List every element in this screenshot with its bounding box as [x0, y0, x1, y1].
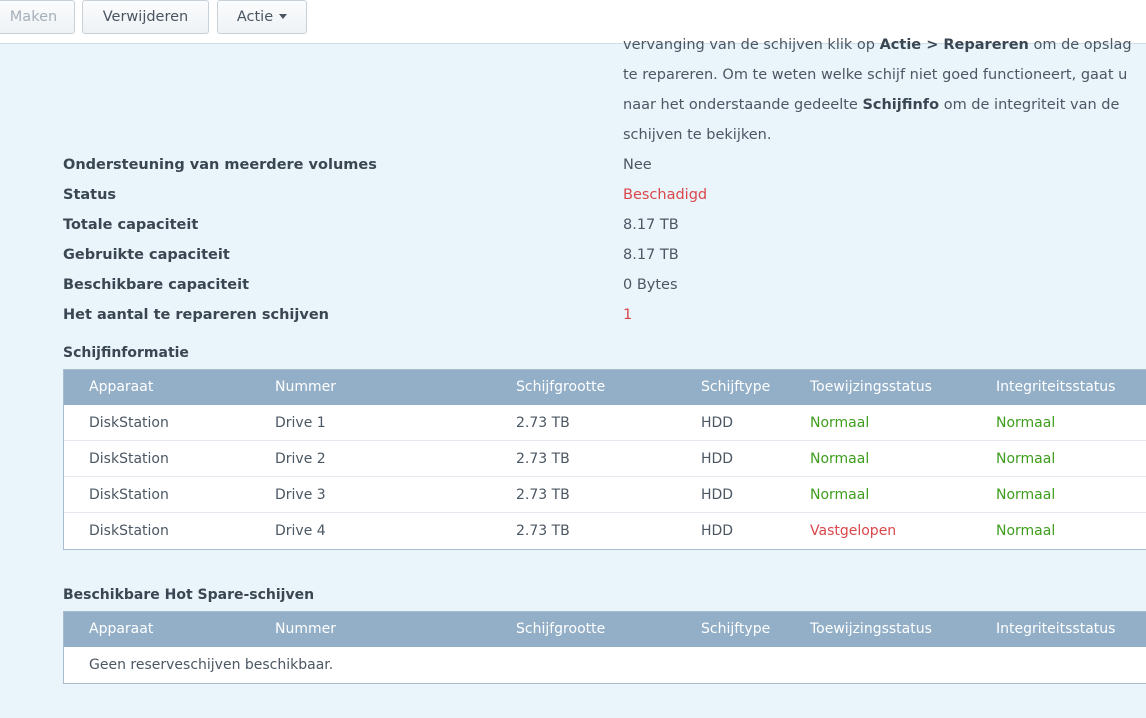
- column-header-disk-type[interactable]: Schijftype: [701, 370, 770, 405]
- cell-disk-type: HDD: [701, 487, 734, 503]
- empty-message: Geen reserveschijven beschikbaar.: [89, 657, 334, 673]
- property-row-drives-to-repair: Het aantal te repareren schijven 1: [63, 300, 1143, 330]
- empty-message-row: Geen reserveschijven beschikbaar.: [64, 647, 1146, 683]
- description-line-1: vervanging van de schijven klik op Actie…: [623, 37, 1132, 53]
- property-label: Status: [63, 187, 117, 203]
- description-line-4: schijven te bekijken.: [623, 127, 772, 143]
- column-header-device[interactable]: Apparaat: [89, 612, 153, 647]
- cell-disk-size: 2.73 TB: [516, 415, 570, 431]
- delete-button[interactable]: Verwijderen: [82, 0, 209, 34]
- action-dropdown-button[interactable]: Actie: [217, 0, 307, 34]
- status-value: Beschadigd: [623, 187, 708, 203]
- cell-device: DiskStation: [89, 523, 169, 539]
- column-header-allocation-status[interactable]: Toewijzingsstatus: [810, 612, 932, 647]
- property-value: 8.17 TB: [623, 217, 679, 233]
- action-label: Actie: [236, 9, 274, 25]
- description-line-2: te repareren. Om te weten welke schijf n…: [623, 67, 1128, 83]
- cell-allocation-status: Normaal: [810, 415, 870, 431]
- cell-number: Drive 1: [275, 415, 326, 431]
- property-value: Nee: [623, 157, 652, 173]
- property-label: Het aantal te repareren schijven: [63, 307, 329, 323]
- property-value: 8.17 TB: [623, 247, 679, 263]
- column-header-disk-type[interactable]: Schijftype: [701, 612, 770, 647]
- hot-spare-table: Apparaat Nummer Schijfgrootte Schijftype…: [63, 611, 1146, 684]
- cell-allocation-status: Normaal: [810, 487, 870, 503]
- table-row[interactable]: DiskStation Drive 2 2.73 TB HDD Normaal …: [64, 441, 1146, 477]
- create-button[interactable]: Maken: [0, 0, 75, 34]
- table-row[interactable]: DiskStation Drive 4 2.73 TB HDD Vastgelo…: [64, 513, 1146, 549]
- cell-disk-type: HDD: [701, 415, 734, 431]
- column-header-disk-size[interactable]: Schijfgrootte: [516, 370, 605, 405]
- cell-device: DiskStation: [89, 451, 169, 467]
- cell-allocation-status: Normaal: [810, 451, 870, 467]
- property-row-multi-volume: Ondersteuning van meerdere volumes Nee: [63, 150, 1143, 180]
- disk-info-title: Schijfinformatie: [63, 345, 189, 361]
- property-label: Beschikbare capaciteit: [63, 277, 250, 293]
- column-header-integrity-status[interactable]: Integriteitsstatus: [996, 612, 1115, 647]
- property-row-status: Status Beschadigd: [63, 180, 1143, 210]
- hot-spare-title: Beschikbare Hot Spare-schijven: [63, 587, 315, 603]
- cell-allocation-status: Vastgelopen: [810, 523, 897, 539]
- cell-number: Drive 4: [275, 523, 326, 539]
- property-row-available-capacity: Beschikbare capaciteit 0 Bytes: [63, 270, 1143, 300]
- property-label: Gebruikte capaciteit: [63, 247, 230, 263]
- table-header: Apparaat Nummer Schijfgrootte Schijftype…: [64, 612, 1146, 647]
- property-label: Ondersteuning van meerdere volumes: [63, 157, 377, 173]
- column-header-integrity-status[interactable]: Integriteitsstatus: [996, 370, 1115, 405]
- disk-info-table: Apparaat Nummer Schijfgrootte Schijftype…: [63, 369, 1146, 550]
- cell-integrity-status: Normaal: [996, 415, 1056, 431]
- property-row-total-capacity: Totale capaciteit 8.17 TB: [63, 210, 1143, 240]
- cell-disk-size: 2.73 TB: [516, 523, 570, 539]
- cell-integrity-status: Normaal: [996, 451, 1056, 467]
- chevron-down-icon: [279, 13, 288, 19]
- table-row[interactable]: DiskStation Drive 1 2.73 TB HDD Normaal …: [64, 405, 1146, 441]
- cell-integrity-status: Normaal: [996, 523, 1056, 539]
- property-value: 1: [623, 307, 633, 323]
- table-row[interactable]: DiskStation Drive 3 2.73 TB HDD Normaal …: [64, 477, 1146, 513]
- repair-description: vervanging van de schijven klik op Actie…: [623, 30, 1146, 150]
- column-header-allocation-status[interactable]: Toewijzingsstatus: [810, 370, 932, 405]
- column-header-disk-size[interactable]: Schijfgrootte: [516, 612, 605, 647]
- table-header: Apparaat Nummer Schijfgrootte Schijftype…: [64, 370, 1146, 405]
- column-header-number[interactable]: Nummer: [275, 612, 336, 647]
- cell-device: DiskStation: [89, 487, 169, 503]
- cell-integrity-status: Normaal: [996, 487, 1056, 503]
- cell-disk-type: HDD: [701, 451, 734, 467]
- description-line-3: naar het onderstaande gedeelte Schijfinf…: [623, 97, 1120, 113]
- property-row-used-capacity: Gebruikte capaciteit 8.17 TB: [63, 240, 1143, 270]
- cell-disk-type: HDD: [701, 523, 734, 539]
- cell-number: Drive 2: [275, 451, 326, 467]
- cell-disk-size: 2.73 TB: [516, 487, 570, 503]
- column-header-number[interactable]: Nummer: [275, 370, 336, 405]
- cell-device: DiskStation: [89, 415, 169, 431]
- property-value: 0 Bytes: [623, 277, 678, 293]
- column-header-device[interactable]: Apparaat: [89, 370, 153, 405]
- cell-number: Drive 3: [275, 487, 326, 503]
- property-label: Totale capaciteit: [63, 217, 199, 233]
- cell-disk-size: 2.73 TB: [516, 451, 570, 467]
